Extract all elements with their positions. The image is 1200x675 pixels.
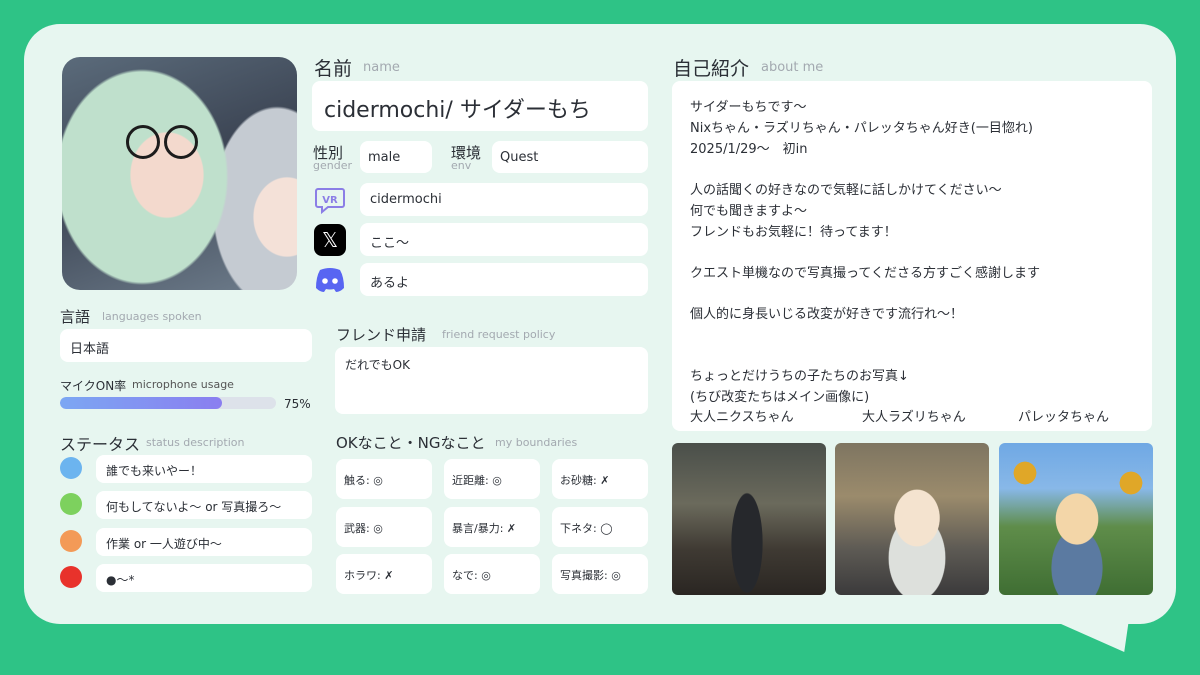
about-line: 2025/1/29〜 初in — [690, 142, 808, 157]
vrchat-icon: VR — [314, 184, 346, 216]
status-dot-green — [60, 493, 82, 515]
status-dot-red — [60, 566, 82, 588]
friend-label: フレンド申請 — [336, 326, 427, 344]
about-line: 人の話聞くの好きなので気軽に話しかけてください〜 — [690, 183, 1002, 198]
boundary-text: なで: ◎ — [452, 569, 491, 582]
boundary-text: 触る: ◎ — [344, 474, 383, 487]
status-dot-orange — [60, 530, 82, 552]
mic-sub: microphone usage — [132, 378, 234, 391]
discord-value: あるよ — [370, 276, 410, 291]
discord-icon — [314, 264, 346, 296]
about-line: 何でも聞きますよ〜 — [690, 204, 808, 219]
boundary-text: 下ネタ: ◯ — [560, 522, 613, 535]
boundary-item: 下ネタ: ◯ — [552, 507, 648, 547]
status-row: ●〜* — [96, 564, 312, 592]
caption-lazuli: 大人ラズリちゃん — [862, 410, 966, 425]
x-logo-icon: 𝕏 — [314, 224, 346, 256]
languages-sub: languages spoken — [102, 310, 202, 323]
languages-value: 日本語 — [70, 342, 110, 357]
name-label: 名前 — [314, 58, 353, 80]
env-sub: env — [451, 159, 472, 172]
status-text: 作業 or 一人遊び中〜 — [106, 537, 222, 551]
gender-field: male — [360, 141, 432, 173]
mic-usage-bar — [60, 397, 276, 409]
status-text: ●〜* — [106, 573, 135, 587]
boundary-text: 写真撮影: ◎ — [560, 569, 621, 582]
caption-nix: 大人ニクスちゃん — [690, 410, 794, 425]
status-dot-blue — [60, 457, 82, 479]
vrchat-field: cidermochi — [360, 183, 648, 216]
friend-sub: friend request policy — [442, 328, 556, 341]
friend-field: だれでもOK — [335, 347, 648, 414]
status-row: 誰でも来いやー！ — [96, 455, 312, 483]
photo-palette — [999, 443, 1153, 595]
photo-nix — [672, 443, 826, 595]
name-field: cidermochi/ サイダーもち — [312, 81, 648, 131]
status-sub: status description — [146, 436, 245, 449]
languages-field: 日本語 — [60, 329, 312, 362]
x-value: ここ〜 — [370, 236, 410, 251]
mic-label: マイクON率 — [60, 379, 127, 393]
boundary-text: お砂糖: ✗ — [560, 474, 610, 487]
env-field: Quest — [492, 141, 648, 173]
mic-percent: 75% — [284, 397, 311, 411]
svg-text:VR: VR — [322, 195, 338, 206]
main-avatar-photo — [62, 57, 297, 290]
boundary-item: 武器: ◎ — [336, 507, 432, 547]
about-line: フレンドもお気軽に！待ってます！ — [690, 225, 897, 240]
status-text: 誰でも来いやー！ — [106, 464, 203, 478]
about-line: (ちび改変たちはメイン画像に) — [690, 390, 870, 405]
env-value: Quest — [500, 150, 539, 165]
glasses-right — [164, 125, 198, 159]
boundary-item: なで: ◎ — [444, 554, 540, 594]
about-line: Nixちゃん・ラズリちゃん・パレッタちゃん好き(一目惚れ) — [690, 121, 1033, 136]
boundary-text: 武器: ◎ — [344, 522, 383, 535]
boundary-text: 近距離: ◎ — [452, 474, 502, 487]
boundaries-label: OKなこと・NGなこと — [336, 434, 486, 452]
about-line: サイダーもちです〜 — [690, 100, 807, 115]
name-value: cidermochi/ サイダーもち — [324, 98, 591, 123]
about-box: サイダーもちです〜 Nixちゃん・ラズリちゃん・パレッタちゃん好き(一目惚れ) … — [672, 81, 1152, 431]
boundary-item: 暴言/暴力: ✗ — [444, 507, 540, 547]
caption-palette: パレッタちゃん — [1018, 410, 1110, 425]
gender-sub: gender — [313, 159, 352, 172]
discord-field: あるよ — [360, 263, 648, 296]
gender-value: male — [368, 150, 401, 165]
languages-label: 言語 — [60, 308, 91, 326]
glasses-left — [126, 125, 160, 159]
boundary-text: 暴言/暴力: ✗ — [452, 522, 517, 535]
status-row: 作業 or 一人遊び中〜 — [96, 528, 312, 556]
boundary-item: ホラワ: ✗ — [336, 554, 432, 594]
boundary-item: 写真撮影: ◎ — [552, 554, 648, 594]
about-line: ちょっとだけうちの子たちのお写真↓ — [690, 369, 909, 384]
status-text: 何もしてないよ〜 or 写真撮ろ〜 — [106, 500, 282, 514]
mic-usage-fill — [60, 397, 222, 409]
about-label: 自己紹介 — [673, 58, 750, 80]
about-sub: about me — [761, 60, 824, 75]
boundary-item: 近距離: ◎ — [444, 459, 540, 499]
speech-bubble-tail — [1034, 612, 1130, 652]
status-label: ステータス — [60, 435, 141, 454]
boundary-item: お砂糖: ✗ — [552, 459, 648, 499]
boundary-text: ホラワ: ✗ — [344, 569, 394, 582]
boundary-item: 触る: ◎ — [336, 459, 432, 499]
about-line: 個人的に身長いじる改変が好きです流行れ〜！ — [690, 307, 964, 322]
about-line: クエスト単機なので写真撮ってくださる方すごく感謝します — [690, 266, 1040, 281]
friend-value: だれでもOK — [345, 358, 410, 372]
vrchat-value: cidermochi — [370, 192, 442, 207]
boundaries-sub: my boundaries — [495, 436, 578, 449]
status-row: 何もしてないよ〜 or 写真撮ろ〜 — [96, 491, 312, 519]
photo-lazuli — [835, 443, 989, 595]
x-field: ここ〜 — [360, 223, 648, 256]
name-sub: name — [363, 60, 400, 75]
